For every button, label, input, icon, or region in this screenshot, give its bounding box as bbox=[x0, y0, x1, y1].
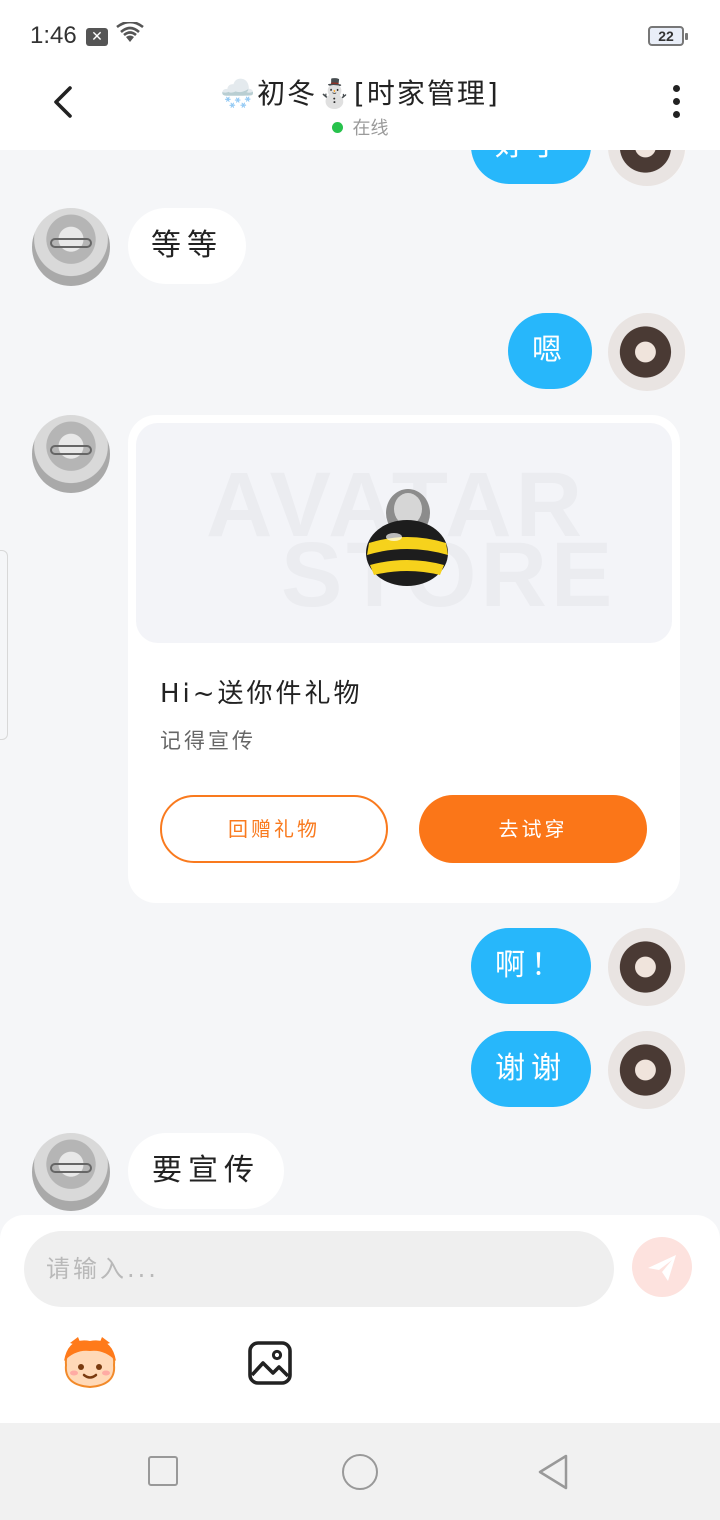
message-bubble-received[interactable]: 要宣传 bbox=[128, 1133, 284, 1209]
battery-level: 22 bbox=[658, 28, 674, 44]
recents-button[interactable] bbox=[148, 1456, 178, 1486]
avatar-glasses bbox=[50, 445, 92, 455]
my-avatar[interactable] bbox=[608, 313, 686, 391]
emoji-button[interactable] bbox=[60, 1335, 120, 1391]
message-bubble-received[interactable]: 等等 bbox=[128, 208, 246, 284]
send-button[interactable] bbox=[632, 1237, 692, 1297]
my-avatar[interactable] bbox=[608, 150, 686, 186]
side-drawer-handle[interactable] bbox=[0, 550, 8, 740]
message-bubble-sent[interactable]: 谢谢 bbox=[471, 1031, 591, 1107]
battery-icon: 22 bbox=[648, 26, 688, 46]
avatar-glasses bbox=[50, 238, 92, 248]
message-input[interactable] bbox=[24, 1231, 614, 1307]
online-status: 在线 bbox=[0, 114, 720, 140]
avatar-glasses bbox=[50, 1163, 92, 1173]
my-avatar[interactable] bbox=[608, 928, 686, 1006]
gift-title: Hi~送你件礼物 bbox=[160, 679, 363, 709]
send-icon bbox=[648, 1255, 676, 1281]
message-bubble-sent[interactable]: 好了 bbox=[471, 150, 591, 184]
gift-item-icon bbox=[366, 489, 448, 586]
gift-message-card[interactable]: AVATAR STORE Hi~送你件礼物 记得宣传 回赠礼物 去试穿 bbox=[128, 415, 680, 903]
return-gift-button[interactable]: 回赠礼物 bbox=[160, 795, 388, 863]
contact-avatar[interactable] bbox=[32, 1133, 110, 1211]
online-dot-icon bbox=[331, 122, 343, 133]
more-options-button[interactable] bbox=[666, 82, 686, 122]
contact-avatar[interactable] bbox=[32, 208, 110, 286]
status-time: 1:46 bbox=[30, 22, 77, 49]
wifi-icon bbox=[116, 22, 144, 42]
more-dot-icon bbox=[672, 85, 680, 92]
notification-icon: ✕ bbox=[86, 28, 108, 46]
image-picker-button[interactable] bbox=[246, 1339, 294, 1387]
online-status-label: 在线 bbox=[352, 118, 389, 139]
more-dot-icon bbox=[672, 98, 680, 105]
chat-header: 🌨️初冬⛄[时家管理] 在线 bbox=[0, 70, 720, 150]
gift-subtitle: 记得宣传 bbox=[160, 729, 256, 753]
status-bar: 1:46 ✕ 22 bbox=[0, 0, 720, 70]
gift-preview-image[interactable]: AVATAR STORE bbox=[136, 423, 672, 643]
system-nav-bar bbox=[0, 1423, 720, 1520]
message-bubble-sent[interactable]: 啊！ bbox=[471, 928, 591, 1004]
system-back-button[interactable] bbox=[536, 1453, 570, 1491]
more-dot-icon bbox=[672, 111, 680, 118]
composer bbox=[0, 1215, 720, 1423]
try-on-button[interactable]: 去试穿 bbox=[419, 795, 647, 863]
message-bubble-sent[interactable]: 嗯 bbox=[508, 313, 592, 389]
contact-avatar[interactable] bbox=[32, 415, 110, 493]
my-avatar[interactable] bbox=[608, 1031, 686, 1109]
chat-title: 🌨️初冬⛄[时家管理] bbox=[220, 77, 500, 110]
home-button[interactable] bbox=[342, 1454, 378, 1490]
message-list[interactable]: 好了 等等 嗯 AVATAR STORE Hi~送你件礼物 记得宣传 回赠礼物 … bbox=[0, 150, 720, 1215]
